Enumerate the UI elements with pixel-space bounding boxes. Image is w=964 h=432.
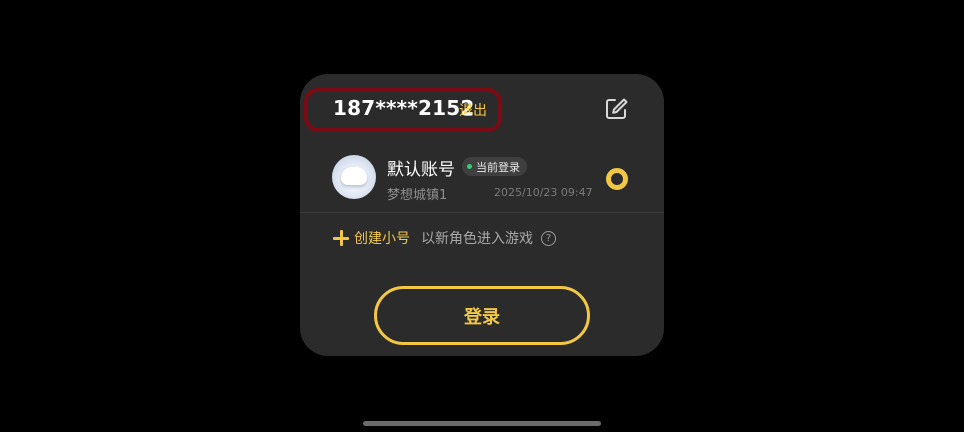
account-list-item[interactable]: 默认账号 当前登录 梦想城镇1 2025/10/23 09:47 bbox=[300, 152, 664, 212]
last-login-time: 2025/10/23 09:47 bbox=[494, 186, 593, 199]
server-name: 梦想城镇1 bbox=[387, 188, 448, 203]
create-alt-account-link[interactable]: 创建小号 bbox=[354, 228, 410, 248]
create-alt-account-row[interactable]: 创建小号 以新角色进入游戏 ? bbox=[333, 228, 556, 248]
card-header: 187****2152 退出 bbox=[300, 74, 664, 144]
account-switch-card: 187****2152 退出 默认账号 当前登录 梦想城镇1 2025/10/2… bbox=[300, 74, 664, 356]
edit-icon[interactable] bbox=[604, 97, 628, 121]
phone-number: 187****2152 bbox=[333, 96, 475, 120]
account-name: 默认账号 bbox=[387, 160, 455, 180]
cloud-avatar-icon bbox=[341, 167, 367, 185]
login-button[interactable]: 登录 bbox=[374, 286, 590, 345]
current-login-badge: 当前登录 bbox=[462, 157, 527, 176]
avatar bbox=[332, 155, 376, 199]
account-select-radio[interactable] bbox=[606, 168, 628, 190]
online-dot-icon bbox=[467, 164, 472, 169]
home-indicator bbox=[363, 421, 601, 426]
logout-link[interactable]: 退出 bbox=[459, 100, 487, 120]
divider bbox=[300, 212, 664, 213]
current-login-label: 当前登录 bbox=[476, 160, 520, 174]
help-icon[interactable]: ? bbox=[541, 230, 556, 246]
plus-icon[interactable] bbox=[333, 230, 349, 246]
create-alt-description: 以新角色进入游戏 bbox=[421, 231, 533, 247]
